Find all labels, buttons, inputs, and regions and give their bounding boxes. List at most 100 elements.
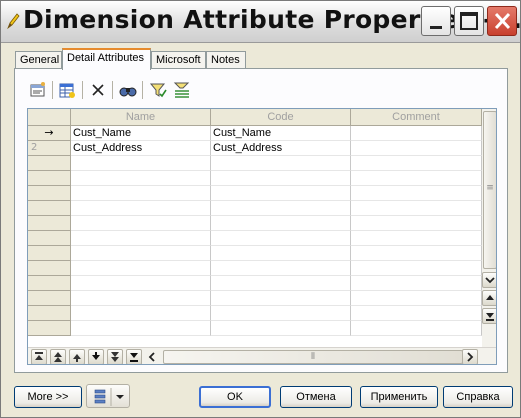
empty-cell[interactable] (351, 201, 482, 216)
empty-cell[interactable] (351, 306, 482, 321)
apply-button[interactable]: Применить (360, 386, 438, 408)
row-header[interactable] (28, 321, 71, 336)
empty-cell[interactable] (211, 216, 351, 231)
row-header[interactable] (28, 306, 71, 321)
row-header[interactable] (28, 201, 71, 216)
empty-cell[interactable] (351, 186, 482, 201)
move-up-button[interactable] (69, 349, 85, 364)
empty-cell[interactable] (211, 291, 351, 306)
horizontal-scrollbar[interactable]: ⦀ (28, 347, 496, 364)
row-header[interactable] (28, 291, 71, 306)
current-row-arrow-icon[interactable]: → (28, 126, 71, 141)
row-header[interactable] (28, 216, 71, 231)
empty-cell[interactable] (71, 216, 211, 231)
ok-button[interactable]: OK (199, 386, 271, 408)
empty-cell[interactable] (351, 171, 482, 186)
tab-microsoft[interactable]: Microsoft (151, 51, 206, 69)
empty-cell[interactable] (211, 261, 351, 276)
empty-cell[interactable] (211, 321, 351, 336)
row-header[interactable] (28, 156, 71, 171)
row-number[interactable]: 2 (28, 141, 71, 156)
minimize-button[interactable] (421, 6, 451, 36)
maximize-button[interactable] (454, 6, 484, 36)
row-header[interactable] (28, 261, 71, 276)
cancel-button[interactable]: Отмена (280, 386, 352, 408)
cell-comment[interactable] (351, 126, 482, 141)
move-page-up-icon (54, 352, 62, 362)
cell-name[interactable]: Cust_Name (71, 126, 211, 141)
grid-header: Name Code Comment (28, 109, 496, 126)
row-header[interactable] (28, 171, 71, 186)
empty-cell[interactable] (71, 231, 211, 246)
help-button[interactable]: Справка (443, 386, 513, 408)
empty-cell[interactable] (71, 291, 211, 306)
move-down-button[interactable] (88, 349, 104, 364)
empty-cell[interactable] (351, 216, 482, 231)
row-header[interactable] (28, 276, 71, 291)
empty-cell[interactable] (71, 306, 211, 321)
empty-cell[interactable] (211, 276, 351, 291)
empty-cell[interactable] (211, 186, 351, 201)
cell-code[interactable]: Cust_Name (211, 126, 351, 141)
empty-cell[interactable] (71, 156, 211, 171)
tab-general[interactable]: General (15, 51, 62, 69)
vertical-scrollbar[interactable]: ≡ (482, 109, 496, 347)
view-menu-button[interactable] (86, 384, 130, 408)
empty-cell[interactable] (71, 261, 211, 276)
row-header[interactable] (28, 186, 71, 201)
add-rows-icon[interactable] (57, 80, 77, 100)
filter-icon[interactable] (148, 80, 168, 100)
empty-cell[interactable] (211, 201, 351, 216)
empty-cell[interactable] (71, 246, 211, 261)
empty-cell[interactable] (211, 156, 351, 171)
customize-columns-icon[interactable] (172, 80, 192, 100)
cell-comment[interactable] (351, 141, 482, 156)
attributes-grid[interactable]: Name Code Comment → Cust_Name Cust_Name … (27, 108, 497, 365)
column-header-comment[interactable]: Comment (351, 109, 482, 126)
move-up-icon (73, 354, 81, 362)
empty-cell[interactable] (71, 321, 211, 336)
empty-cell[interactable] (211, 231, 351, 246)
more-button[interactable]: More >> (14, 386, 82, 408)
row-header[interactable] (28, 231, 71, 246)
move-page-up-button[interactable] (50, 349, 66, 364)
move-top-button[interactable] (31, 349, 47, 364)
empty-cell[interactable] (71, 186, 211, 201)
cell-code[interactable]: Cust_Address (211, 141, 351, 156)
horizontal-scroll-thumb[interactable]: ⦀ (163, 350, 463, 364)
empty-cell[interactable] (351, 246, 482, 261)
empty-cell[interactable] (351, 321, 482, 336)
view-menu-icon (94, 388, 124, 406)
scroll-top-button[interactable] (482, 290, 496, 306)
cell-name[interactable]: Cust_Address (71, 141, 211, 156)
empty-cell[interactable] (351, 261, 482, 276)
tab-detail-attributes[interactable]: Detail Attributes (62, 48, 151, 70)
empty-cell[interactable] (351, 291, 482, 306)
close-button[interactable] (487, 6, 517, 36)
scroll-down-button[interactable] (482, 272, 496, 288)
tab-notes[interactable]: Notes (206, 51, 246, 69)
move-bottom-button[interactable] (126, 349, 142, 364)
scroll-bottom-button[interactable] (482, 308, 496, 324)
empty-cell[interactable] (211, 246, 351, 261)
title-bar[interactable]: Dimension Attribute Properties - ... (1, 1, 521, 43)
empty-cell[interactable] (71, 201, 211, 216)
move-page-down-button[interactable] (107, 349, 123, 364)
empty-cell[interactable] (71, 171, 211, 186)
empty-cell[interactable] (351, 156, 482, 171)
scroll-left-button[interactable] (144, 349, 160, 364)
empty-cell[interactable] (211, 306, 351, 321)
row-header[interactable] (28, 246, 71, 261)
empty-cell[interactable] (211, 171, 351, 186)
empty-cell[interactable] (351, 231, 482, 246)
column-header-name[interactable]: Name (71, 109, 211, 126)
toolbar-separator (82, 81, 83, 99)
vertical-scroll-thumb[interactable]: ≡ (483, 111, 496, 269)
properties-icon[interactable] (28, 80, 48, 100)
empty-cell[interactable] (351, 276, 482, 291)
column-header-code[interactable]: Code (211, 109, 351, 126)
scroll-right-button[interactable] (462, 349, 478, 364)
empty-cell[interactable] (71, 276, 211, 291)
delete-icon[interactable] (88, 80, 108, 100)
find-icon[interactable] (118, 80, 138, 100)
